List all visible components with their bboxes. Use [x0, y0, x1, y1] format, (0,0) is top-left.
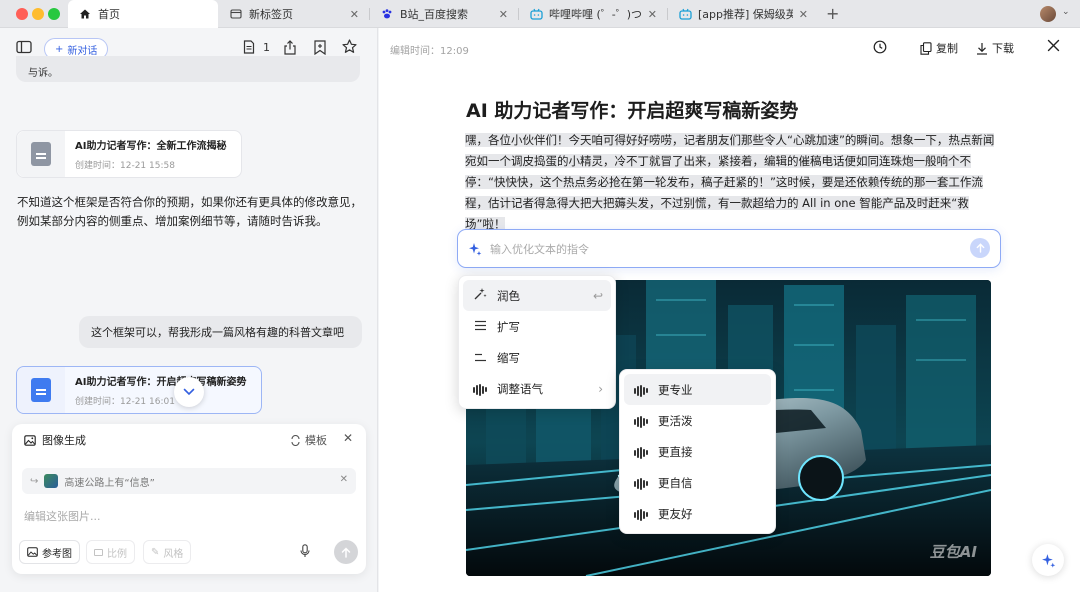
- voice-wave-icon: [632, 507, 650, 521]
- chevron-right-icon: ›: [598, 382, 603, 396]
- user-message: 这个框架可以，帮我形成一篇风格有趣的科普文章吧: [79, 316, 362, 348]
- ratio-button[interactable]: 比例: [86, 540, 135, 564]
- shorten-lines-icon: [471, 351, 489, 365]
- copy-button[interactable]: 复制: [920, 40, 958, 56]
- tone-option-confident[interactable]: 更自信: [624, 467, 771, 498]
- chevron-down-icon: [183, 388, 195, 396]
- tone-submenu: 更专业 更活泼 更直接 更自信 更友好: [619, 369, 776, 534]
- star-icon[interactable]: [342, 39, 357, 54]
- template-button[interactable]: 模板: [290, 432, 327, 448]
- style-button[interactable]: ✎ 风格: [143, 540, 191, 564]
- swap-icon: [290, 435, 301, 446]
- documents-button[interactable]: 1: [243, 40, 270, 54]
- image-icon: [24, 435, 36, 446]
- document-icon: [31, 142, 51, 166]
- close-icon[interactable]: ✕: [343, 431, 353, 445]
- image-generation-composer: 图像生成 模板 ✕ ↪ 高速公路上有“信息” ✕ 编辑这张图片... 参考图 比…: [12, 424, 366, 574]
- share-icon[interactable]: [283, 40, 297, 55]
- tab-bilibili[interactable]: 哔哩哔哩 (゜-゜)つロ 干 ✕: [519, 0, 667, 28]
- window-icon: [229, 7, 243, 21]
- sparkle-icon: [468, 242, 482, 256]
- tone-option-direct[interactable]: 更直接: [624, 436, 771, 467]
- watermark: 豆包AI: [930, 541, 977, 562]
- close-tab-icon[interactable]: ✕: [350, 8, 359, 21]
- close-tab-icon[interactable]: ✕: [648, 8, 657, 21]
- close-tab-icon[interactable]: ✕: [499, 8, 508, 21]
- previous-message-bubble: 与诉。: [16, 56, 360, 82]
- tab-new-tab[interactable]: 新标签页 ✕: [219, 0, 369, 28]
- document-title: AI 助力记者写作：开启超爽写稿新姿势: [466, 96, 798, 123]
- expand-lines-icon: [471, 320, 489, 334]
- microphone-icon[interactable]: [300, 544, 310, 561]
- sidebar-toggle-icon[interactable]: [16, 40, 32, 54]
- composer-title: 图像生成: [42, 432, 86, 448]
- document-card-active[interactable]: AI助力记者写作：开启超爽写稿新姿势 创建时间：12-21 16:01: [16, 366, 262, 414]
- tone-option-lively[interactable]: 更活泼: [624, 405, 771, 436]
- document-icon: [31, 378, 51, 402]
- document-card[interactable]: AI助力记者写作：全新工作流揭秘 创建时间：12-21 15:58: [16, 130, 242, 178]
- close-tab-icon[interactable]: ✕: [799, 8, 808, 21]
- plus-icon: +: [55, 44, 63, 55]
- copy-icon: [920, 42, 932, 55]
- home-icon: [78, 7, 92, 21]
- bilibili-icon: [678, 7, 692, 21]
- minimize-window-button[interactable]: [32, 8, 44, 20]
- arrow-up-icon: [976, 243, 985, 253]
- image-prompt-input[interactable]: 编辑这张图片...: [24, 508, 101, 524]
- reply-arrow-icon: ↪: [30, 476, 38, 487]
- reference-image-chip: ↪ 高速公路上有“信息” ✕: [22, 468, 356, 494]
- brush-icon: ✎: [151, 547, 159, 558]
- bookmark-add-icon[interactable]: [313, 40, 327, 55]
- document-body[interactable]: 嘿，各位小伙伴们！今天咱可得好好唠唠，记者朋友们那些令人“心跳加速”的瞬间。想象…: [465, 130, 995, 235]
- assistant-message: 不知道这个框架是否符合你的预期，如果你还有更具体的修改意见，例如某部分内容的侧重…: [17, 193, 363, 231]
- chat-pane: + 新对话 1 与诉。 AI助力记者写作：全新工作流揭秘 创建时间：12-21 …: [0, 28, 378, 592]
- edit-time: 编辑时间：12:09: [390, 42, 469, 57]
- voice-wave-icon: [471, 382, 489, 396]
- paw-icon: [380, 7, 394, 21]
- history-icon[interactable]: [873, 40, 887, 54]
- close-window-button[interactable]: [16, 8, 28, 20]
- reference-image-button[interactable]: 参考图: [19, 540, 80, 564]
- remove-reference-icon[interactable]: ✕: [340, 474, 348, 485]
- chevron-down-icon[interactable]: ⌄: [1062, 7, 1070, 17]
- download-button[interactable]: 下载: [976, 40, 1014, 56]
- arrow-up-icon: [341, 547, 351, 558]
- maximize-window-button[interactable]: [48, 8, 60, 20]
- tab-baidu-search[interactable]: B站_百度搜索 ✕: [370, 0, 518, 28]
- new-tab-button[interactable]: +: [826, 4, 839, 23]
- document-icon: [243, 40, 255, 54]
- avatar[interactable]: [1040, 6, 1056, 22]
- reference-thumbnail: [44, 474, 58, 488]
- menu-item-adjust-tone[interactable]: 调整语气 ›: [463, 373, 611, 404]
- ai-edit-menu: 润色 ↩ 扩写 缩写 调整语气 ›: [458, 275, 616, 409]
- image-icon: [27, 547, 38, 557]
- scroll-to-bottom-button[interactable]: [174, 377, 204, 407]
- bilibili-icon: [529, 7, 543, 21]
- sparkle-icon: [1041, 553, 1056, 568]
- menu-item-expand[interactable]: 扩写: [463, 311, 611, 342]
- ai-assistant-button[interactable]: [1032, 544, 1064, 576]
- enter-key-icon: ↩: [593, 289, 603, 303]
- tone-option-professional[interactable]: 更专业: [624, 374, 771, 405]
- menu-item-polish[interactable]: 润色 ↩: [463, 280, 611, 311]
- magic-wand-icon: [471, 287, 489, 304]
- tone-option-friendly[interactable]: 更友好: [624, 498, 771, 529]
- voice-wave-icon: [632, 383, 650, 397]
- tab-home[interactable]: 首页: [68, 0, 218, 28]
- ai-send-button[interactable]: [970, 238, 990, 258]
- menu-item-shorten[interactable]: 缩写: [463, 342, 611, 373]
- download-icon: [976, 42, 988, 55]
- voice-wave-icon: [632, 445, 650, 459]
- ai-instruction-input[interactable]: 输入优化文本的指令: [457, 229, 1001, 268]
- close-icon[interactable]: [1047, 39, 1060, 52]
- voice-wave-icon: [632, 476, 650, 490]
- tab-app-recommend[interactable]: [app推荐] 保姆级英文写 ✕: [668, 0, 818, 28]
- voice-wave-icon: [632, 414, 650, 428]
- browser-tab-bar: 首页 新标签页 ✕ B站_百度搜索 ✕ 哔哩哔哩 (゜-゜)つロ 干 ✕ [ap…: [0, 0, 1080, 28]
- send-button[interactable]: [334, 540, 358, 564]
- ratio-icon: [94, 549, 103, 556]
